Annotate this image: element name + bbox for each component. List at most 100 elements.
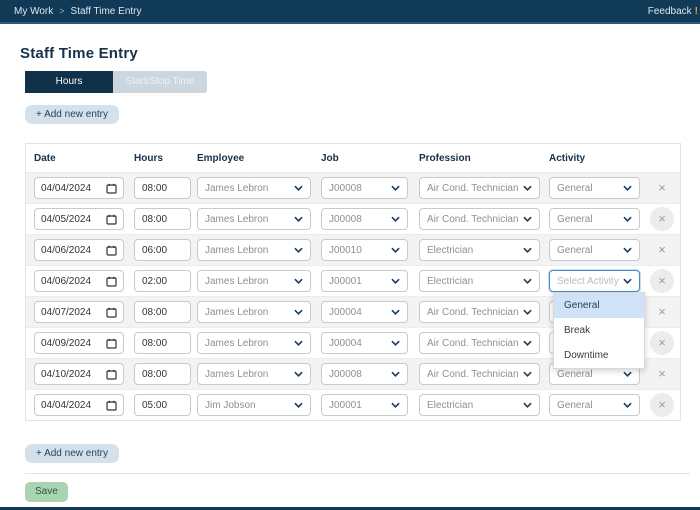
hours-input[interactable] (134, 394, 191, 416)
job-select[interactable]: J00008 (321, 177, 408, 199)
activity-select[interactable]: General (549, 208, 640, 230)
job-select[interactable]: J00008 (321, 363, 408, 385)
profession-select[interactable]: Air Cond. Technician (419, 332, 540, 354)
calendar-icon (106, 307, 117, 318)
save-button[interactable]: Save (25, 482, 68, 502)
time-entry-table: Date Hours Employee Job Profession Activ… (25, 143, 681, 421)
calendar-icon (106, 276, 117, 287)
activity-select[interactable]: General (549, 239, 640, 261)
chevron-down-icon (391, 216, 400, 222)
date-input[interactable] (34, 177, 124, 199)
dropdown-option-break[interactable]: Break (554, 318, 644, 343)
date-value[interactable] (41, 337, 101, 349)
tab-start-stop-time[interactable]: Start/Stop Time (113, 71, 207, 93)
calendar-icon (106, 214, 117, 225)
breadcrumb-staff-time-entry[interactable]: Staff Time Entry (71, 6, 142, 17)
chevron-down-icon (523, 247, 532, 253)
calendar-icon (106, 245, 117, 256)
date-value[interactable] (41, 213, 101, 225)
add-new-entry-button-top[interactable]: + Add new entry (25, 105, 119, 124)
job-select[interactable]: J00010 (321, 239, 408, 261)
chevron-down-icon (294, 309, 303, 315)
job-select[interactable]: J00001 (321, 394, 408, 416)
job-select[interactable]: J00004 (321, 301, 408, 323)
hours-input[interactable] (134, 301, 191, 323)
section-divider (25, 473, 690, 474)
delete-row-button[interactable]: × (650, 300, 674, 324)
date-value[interactable] (41, 306, 101, 318)
profession-select[interactable]: Air Cond. Technician (419, 177, 540, 199)
job-select[interactable]: J00004 (321, 332, 408, 354)
date-input[interactable] (34, 301, 124, 323)
hours-input[interactable] (134, 363, 191, 385)
chevron-down-icon (294, 185, 303, 191)
date-value[interactable] (41, 368, 101, 380)
chevron-down-icon (523, 309, 532, 315)
date-input[interactable] (34, 363, 124, 385)
employee-select[interactable]: James Lebron (197, 301, 311, 323)
date-input[interactable] (34, 332, 124, 354)
tab-hours[interactable]: Hours (25, 71, 113, 93)
chevron-down-icon (391, 247, 400, 253)
profession-select[interactable]: Electrician (419, 270, 540, 292)
employee-select[interactable]: James Lebron (197, 270, 311, 292)
activity-select[interactable]: General (549, 394, 640, 416)
table-header-row: Date Hours Employee Job Profession Activ… (26, 144, 680, 172)
date-value[interactable] (41, 275, 101, 287)
add-new-entry-button-bottom[interactable]: + Add new entry (25, 444, 119, 463)
chevron-down-icon (523, 371, 532, 377)
chevron-down-icon (391, 402, 400, 408)
hours-input[interactable] (134, 270, 191, 292)
date-value[interactable] (41, 182, 101, 194)
profession-select[interactable]: Air Cond. Technician (419, 301, 540, 323)
top-navigation-bar: My Work > Staff Time Entry Feedback ! (0, 0, 700, 24)
job-select[interactable]: J00001 (321, 270, 408, 292)
dropdown-option-downtime[interactable]: Downtime (554, 343, 644, 368)
delete-row-button[interactable]: × (650, 331, 674, 355)
column-header-profession: Profession (419, 152, 471, 164)
profession-select[interactable]: Electrician (419, 394, 540, 416)
dropdown-option-general[interactable]: General (554, 293, 644, 318)
delete-row-button[interactable]: × (650, 176, 674, 200)
feedback-link[interactable]: Feedback ! (648, 6, 698, 17)
date-value[interactable] (41, 399, 101, 411)
profession-select[interactable]: Electrician (419, 239, 540, 261)
date-input[interactable] (34, 270, 124, 292)
chevron-down-icon (623, 278, 632, 284)
hours-input[interactable] (134, 239, 191, 261)
employee-select[interactable]: James Lebron (197, 177, 311, 199)
date-value[interactable] (41, 244, 101, 256)
employee-select[interactable]: James Lebron (197, 239, 311, 261)
feedback-label: Feedback (647, 5, 692, 17)
chevron-down-icon (523, 402, 532, 408)
activity-select[interactable]: General (549, 177, 640, 199)
chevron-down-icon (623, 185, 632, 191)
date-input[interactable] (34, 394, 124, 416)
employee-select[interactable]: Jim Jobson (197, 394, 311, 416)
breadcrumb-my-work[interactable]: My Work (14, 6, 53, 17)
profession-select[interactable]: Air Cond. Technician (419, 208, 540, 230)
hours-input[interactable] (134, 208, 191, 230)
chevron-down-icon (623, 402, 632, 408)
date-input[interactable] (34, 208, 124, 230)
activity-select-open[interactable]: Select Activity (549, 270, 640, 292)
hours-input[interactable] (134, 177, 191, 199)
delete-row-button[interactable]: × (650, 207, 674, 231)
table-row: Jim Jobson J00001 Electrician General × (26, 389, 680, 420)
hours-input[interactable] (134, 332, 191, 354)
chevron-down-icon (523, 185, 532, 191)
delete-row-button[interactable]: × (650, 393, 674, 417)
chevron-down-icon (391, 185, 400, 191)
delete-row-button[interactable]: × (650, 238, 674, 262)
employee-select[interactable]: James Lebron (197, 363, 311, 385)
delete-row-button[interactable]: × (650, 362, 674, 386)
job-select[interactable]: J00008 (321, 208, 408, 230)
employee-select[interactable]: James Lebron (197, 208, 311, 230)
calendar-icon (106, 400, 117, 411)
employee-select[interactable]: James Lebron (197, 332, 311, 354)
delete-row-button[interactable]: × (650, 269, 674, 293)
profession-select[interactable]: Air Cond. Technician (419, 363, 540, 385)
date-input[interactable] (34, 239, 124, 261)
chevron-down-icon (391, 340, 400, 346)
column-header-employee: Employee (197, 152, 245, 164)
